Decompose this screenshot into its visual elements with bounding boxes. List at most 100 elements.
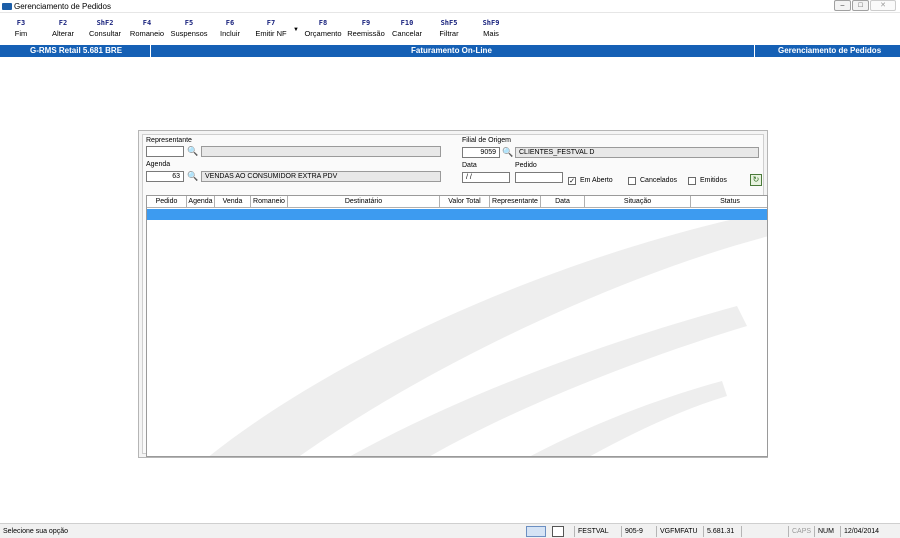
toolbar-key: F7 (266, 19, 276, 27)
status-version: 5.681.31 (703, 526, 739, 537)
toolbar-button-mais[interactable]: ShF9 Mais (478, 18, 504, 39)
toolbar-key: F2 (58, 19, 68, 27)
cancelados-checkbox[interactable] (628, 177, 636, 185)
binoculars-icon[interactable]: 🔍 (187, 171, 198, 181)
data-field[interactable]: / / (462, 172, 510, 183)
grid-header: Pedido Agenda Venda Romaneio Destinatári… (147, 196, 767, 208)
toolbar-label: Filtrar (439, 29, 459, 38)
filter-area: Representante 🔍 Agenda 63 🔍 VENDAS AO CO… (142, 134, 768, 457)
toolbar-button-suspensos[interactable]: F5 Suspensos (169, 18, 209, 39)
toolbar-button-filtrar[interactable]: ShF5 Filtrar (436, 18, 462, 39)
function-toolbar: F3 Fim F2 Alterar ShF2 Consultar F4 Roma… (0, 18, 900, 44)
column-header[interactable]: Venda (215, 196, 251, 208)
em-aberto-label: Em Aberto (580, 177, 613, 184)
representante-label: Representante (146, 137, 192, 144)
filial-name-field: CLIENTES_FESTVAL D (515, 147, 759, 158)
filial-label: Filial de Origem (462, 137, 512, 144)
agenda-label: Agenda (146, 161, 171, 168)
column-header[interactable]: Agenda (187, 196, 215, 208)
toolbar-label: Emitir NF (255, 29, 287, 38)
emitidos-label: Emitidos (700, 177, 727, 184)
emitidos-checkbox[interactable] (688, 177, 696, 185)
toolbar-key: F10 (400, 19, 414, 27)
toolbar-key: ShF2 (96, 19, 114, 27)
toolbar-key: F3 (16, 19, 26, 27)
toolbar-label: Incluir (219, 29, 240, 38)
close-button[interactable]: ✕ (870, 0, 896, 11)
document-icon[interactable] (552, 526, 564, 537)
divider (754, 45, 755, 57)
representante-code-field[interactable] (146, 146, 184, 157)
binoculars-icon[interactable]: 🔍 (502, 147, 513, 157)
em-aberto-checkbox[interactable]: ✓ (568, 177, 576, 185)
window-title: Gerenciamento de Pedidos (14, 2, 111, 11)
column-header[interactable]: Situação (585, 196, 691, 208)
product-version: G-RMS Retail 5.681 BRE (30, 46, 123, 55)
info-bar: G-RMS Retail 5.681 BRE Faturamento On-Li… (0, 45, 900, 57)
column-header[interactable]: Destinatário (288, 196, 440, 208)
toolbar-button-romaneio[interactable]: F4 Romaneio (128, 18, 166, 39)
toolbar-key: F6 (225, 19, 235, 27)
toolbar-key: ShF5 (440, 19, 458, 27)
screen-name: Gerenciamento de Pedidos (778, 46, 882, 55)
column-header[interactable]: Status (691, 196, 767, 208)
toolbar-button-incluir[interactable]: F6 Incluir (216, 18, 244, 39)
refresh-icon[interactable]: ↻ (750, 174, 762, 186)
agenda-name-field: VENDAS AO CONSUMIDOR EXTRA PDV (201, 171, 441, 182)
title-bar: Gerenciamento de Pedidos – □ ✕ (0, 0, 900, 13)
orders-panel: Representante 🔍 Agenda 63 🔍 VENDAS AO CO… (138, 130, 768, 458)
dropdown-arrow-icon[interactable]: ▼ (293, 27, 299, 33)
status-company: FESTVAL (574, 526, 619, 537)
agenda-code-field[interactable]: 63 (146, 171, 184, 182)
toolbar-button-reemissao[interactable]: F9 Reemissão (346, 18, 386, 39)
pedido-field[interactable] (515, 172, 563, 183)
pedido-label: Pedido (515, 162, 537, 169)
orders-grid[interactable]: Pedido Agenda Venda Romaneio Destinatári… (146, 195, 768, 457)
toolbar-key: ShF9 (482, 19, 500, 27)
toolbar-label: Romaneio (129, 29, 165, 38)
toolbar-button-consultar[interactable]: ShF2 Consultar (87, 18, 123, 39)
maximize-button[interactable]: □ (852, 0, 869, 11)
toolbar-key: F4 (142, 19, 152, 27)
toolbar-label: Consultar (88, 29, 122, 38)
app-icon (2, 3, 12, 10)
status-branch: 905-9 (621, 526, 654, 537)
column-header[interactable]: Valor Total (440, 196, 490, 208)
toolbar-button-emitir-nf[interactable]: F7 Emitir NF (252, 18, 290, 39)
status-empty (741, 526, 786, 537)
toolbar-key: F9 (361, 19, 371, 27)
toolbar-button-fim[interactable]: F3 Fim (11, 18, 31, 39)
toolbar-key: F5 (184, 19, 194, 27)
data-label: Data (462, 162, 477, 169)
filial-code-field[interactable]: 9059 (462, 147, 500, 158)
minimize-button[interactable]: – (834, 0, 851, 11)
toolbar-label: Orçamento (304, 29, 342, 38)
window-controls: – □ ✕ (834, 0, 896, 11)
toolbar-key: F8 (318, 19, 328, 27)
column-header[interactable]: Representante (490, 196, 541, 208)
module-name: Faturamento On-Line (411, 46, 492, 55)
toolbar-label: Alterar (51, 29, 75, 38)
status-num: NUM (814, 526, 838, 537)
status-date: 12/04/2014 (840, 526, 890, 537)
status-bar: Selecione sua opção FESTVAL 905-9 VGFMFA… (0, 523, 900, 538)
selected-row[interactable] (147, 209, 767, 220)
column-header[interactable]: Romaneio (251, 196, 288, 208)
status-program: VGFMFATU (656, 526, 701, 537)
cancelados-label: Cancelados (640, 177, 677, 184)
toolbar-label: Reemissão (347, 29, 385, 38)
toolbar-label: Fim (14, 29, 28, 38)
watermark-logo (209, 216, 767, 456)
toolbar-button-orcamento[interactable]: F8 Orçamento (302, 18, 344, 39)
toolbar-button-alterar[interactable]: F2 Alterar (49, 18, 77, 39)
column-header[interactable]: Pedido (147, 196, 187, 208)
representante-name-field (201, 146, 441, 157)
binoculars-icon[interactable]: 🔍 (187, 146, 198, 156)
column-header[interactable]: Data (541, 196, 585, 208)
keyboard-icon[interactable] (526, 526, 546, 537)
toolbar-label: Suspensos (170, 29, 208, 38)
status-caps: CAPS (788, 526, 812, 537)
divider (150, 45, 151, 57)
toolbar-button-cancelar[interactable]: F10 Cancelar (390, 18, 424, 39)
toolbar-label: Mais (483, 29, 499, 38)
